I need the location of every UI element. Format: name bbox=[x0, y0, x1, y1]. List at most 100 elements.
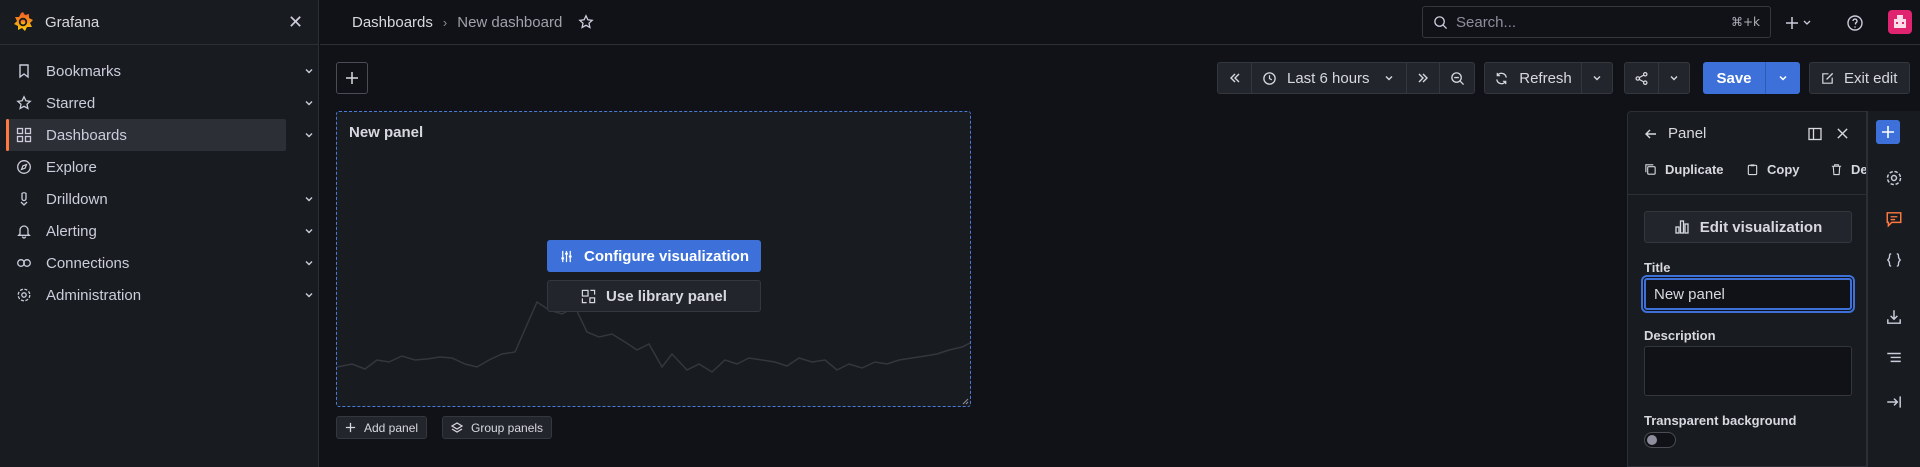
grafana-logo-icon[interactable] bbox=[12, 11, 34, 33]
transparent-background-toggle[interactable] bbox=[1644, 432, 1676, 448]
dashboard-panel[interactable]: New panel Configure visualization Use li… bbox=[336, 111, 971, 407]
sidebar: Grafana ✕ Bookmarks Starred Dashboards E… bbox=[0, 0, 319, 467]
chevron-down-icon[interactable] bbox=[304, 98, 314, 108]
library-panel-icon bbox=[581, 289, 596, 304]
breadcrumb-dashboards[interactable]: Dashboards bbox=[352, 14, 433, 31]
chevron-down-icon[interactable] bbox=[304, 258, 314, 268]
use-library-panel-label: Use library panel bbox=[606, 287, 727, 305]
refresh-interval-dropdown[interactable] bbox=[1582, 63, 1612, 93]
layers-icon bbox=[451, 421, 463, 434]
search-input[interactable]: Search... ⌘+k bbox=[1422, 6, 1771, 38]
delete-label: De bbox=[1851, 162, 1867, 177]
help-icon[interactable] bbox=[1846, 14, 1864, 32]
share-icon bbox=[1634, 71, 1649, 86]
sidebar-item-explore[interactable]: Explore bbox=[6, 151, 286, 183]
brackets-curly-icon[interactable] bbox=[1885, 251, 1903, 269]
bell-icon bbox=[16, 223, 32, 239]
sidebar-item-alerting[interactable]: Alerting bbox=[6, 215, 313, 247]
chevron-down-icon bbox=[1592, 73, 1602, 83]
panel-title-input[interactable] bbox=[1644, 278, 1852, 310]
save-dropdown[interactable] bbox=[1766, 62, 1800, 94]
duplicate-button[interactable]: Duplicate bbox=[1644, 162, 1724, 177]
exit-edit-button[interactable]: Exit edit bbox=[1809, 62, 1910, 94]
plus-icon bbox=[345, 422, 356, 433]
edit-visualization-button[interactable]: Edit visualization bbox=[1644, 211, 1852, 243]
clipboard-icon bbox=[1746, 163, 1759, 176]
delete-button[interactable]: De bbox=[1830, 162, 1867, 177]
share-dropdown[interactable] bbox=[1659, 63, 1689, 93]
time-range-label: Last 6 hours bbox=[1287, 69, 1370, 87]
grafana-app: Grafana ✕ Bookmarks Starred Dashboards E… bbox=[0, 0, 1920, 467]
sidebar-item-drilldown[interactable]: Drilldown bbox=[6, 183, 313, 215]
sidebar-item-label: Explore bbox=[46, 158, 97, 176]
list-ui-icon[interactable] bbox=[1885, 349, 1903, 367]
description-label: Description bbox=[1644, 328, 1716, 343]
breadcrumb-current: New dashboard bbox=[457, 13, 563, 31]
add-panel-label: Add panel bbox=[364, 420, 419, 435]
search-icon bbox=[1433, 15, 1448, 30]
user-avatar[interactable] bbox=[1888, 10, 1912, 34]
title-label: Title bbox=[1644, 260, 1671, 275]
refresh-button[interactable]: Refresh bbox=[1485, 63, 1582, 93]
sidebar-header: Grafana bbox=[0, 0, 318, 45]
time-picker-group: Last 6 hours bbox=[1217, 62, 1475, 94]
sidebar-item-starred[interactable]: Starred bbox=[6, 87, 313, 119]
close-icon[interactable] bbox=[1836, 127, 1849, 140]
compass-icon bbox=[16, 159, 32, 175]
import-icon[interactable] bbox=[1885, 308, 1903, 326]
description-textarea[interactable] bbox=[1644, 346, 1852, 396]
time-forward-button[interactable] bbox=[1407, 63, 1440, 93]
arrow-left-icon[interactable] bbox=[1644, 127, 1658, 141]
chevron-down-icon[interactable] bbox=[304, 290, 314, 300]
search-shortcut: ⌘+k bbox=[1730, 15, 1760, 29]
transparent-background-label: Transparent background bbox=[1644, 413, 1797, 428]
star-icon bbox=[16, 95, 32, 111]
group-panels-label: Group panels bbox=[471, 420, 544, 435]
panel-options-pane: Panel Duplicate Copy De Edit visualizati… bbox=[1627, 111, 1867, 467]
chevron-down-icon[interactable] bbox=[304, 66, 314, 76]
chevron-down-icon[interactable] bbox=[304, 130, 314, 140]
sidebar-item-label: Drilldown bbox=[46, 190, 108, 208]
group-panels-button[interactable]: Group panels bbox=[442, 416, 553, 439]
sidebar-item-dashboards[interactable]: Dashboards bbox=[6, 119, 313, 151]
refresh-label: Refresh bbox=[1519, 69, 1572, 87]
refresh-group: Refresh bbox=[1484, 62, 1613, 94]
panel-title: New panel bbox=[349, 124, 424, 141]
cog-icon[interactable] bbox=[1885, 169, 1903, 187]
add-button[interactable] bbox=[336, 62, 368, 94]
chevron-down-icon[interactable] bbox=[304, 226, 314, 236]
drilldown-icon bbox=[16, 191, 32, 207]
close-menu-icon[interactable]: ✕ bbox=[288, 12, 303, 33]
chevron-down-icon bbox=[1384, 73, 1394, 83]
clock-icon bbox=[1262, 71, 1277, 86]
dock-icon[interactable] bbox=[1807, 126, 1823, 142]
time-range-picker[interactable]: Last 6 hours bbox=[1252, 63, 1407, 93]
sidebar-item-bookmarks[interactable]: Bookmarks bbox=[6, 55, 313, 87]
save-button[interactable]: Save bbox=[1703, 62, 1766, 94]
edit-visualization-label: Edit visualization bbox=[1699, 218, 1823, 236]
use-library-panel-button[interactable]: Use library panel bbox=[547, 280, 761, 312]
exit-edit-label: Exit edit bbox=[1844, 69, 1898, 87]
divider bbox=[1628, 194, 1866, 195]
star-icon[interactable] bbox=[578, 14, 595, 30]
chevron-down-icon bbox=[1778, 73, 1788, 83]
add-to-dashboard-button[interactable] bbox=[1876, 120, 1900, 144]
time-back-button[interactable] bbox=[1218, 63, 1252, 93]
trash-icon bbox=[1830, 163, 1843, 176]
sidebar-item-administration[interactable]: Administration bbox=[6, 279, 313, 311]
configure-visualization-button[interactable]: Configure visualization bbox=[547, 240, 761, 272]
copy-button[interactable]: Copy bbox=[1746, 162, 1800, 177]
sidebar-item-label: Alerting bbox=[46, 222, 97, 240]
new-menu-button[interactable] bbox=[1785, 14, 1815, 32]
resize-handle-icon[interactable] bbox=[961, 397, 969, 405]
chevron-down-icon[interactable] bbox=[304, 194, 314, 204]
add-panel-button[interactable]: Add panel bbox=[336, 416, 428, 439]
comment-icon[interactable] bbox=[1885, 210, 1903, 228]
configure-visualization-label: Configure visualization bbox=[583, 247, 749, 265]
sidebar-item-connections[interactable]: Connections bbox=[6, 247, 313, 279]
sliders-icon bbox=[559, 249, 574, 264]
share-button[interactable] bbox=[1625, 63, 1659, 93]
arrow-to-right-icon[interactable] bbox=[1885, 393, 1903, 411]
zoom-out-button[interactable] bbox=[1440, 63, 1474, 93]
search-placeholder: Search... bbox=[1456, 13, 1517, 31]
